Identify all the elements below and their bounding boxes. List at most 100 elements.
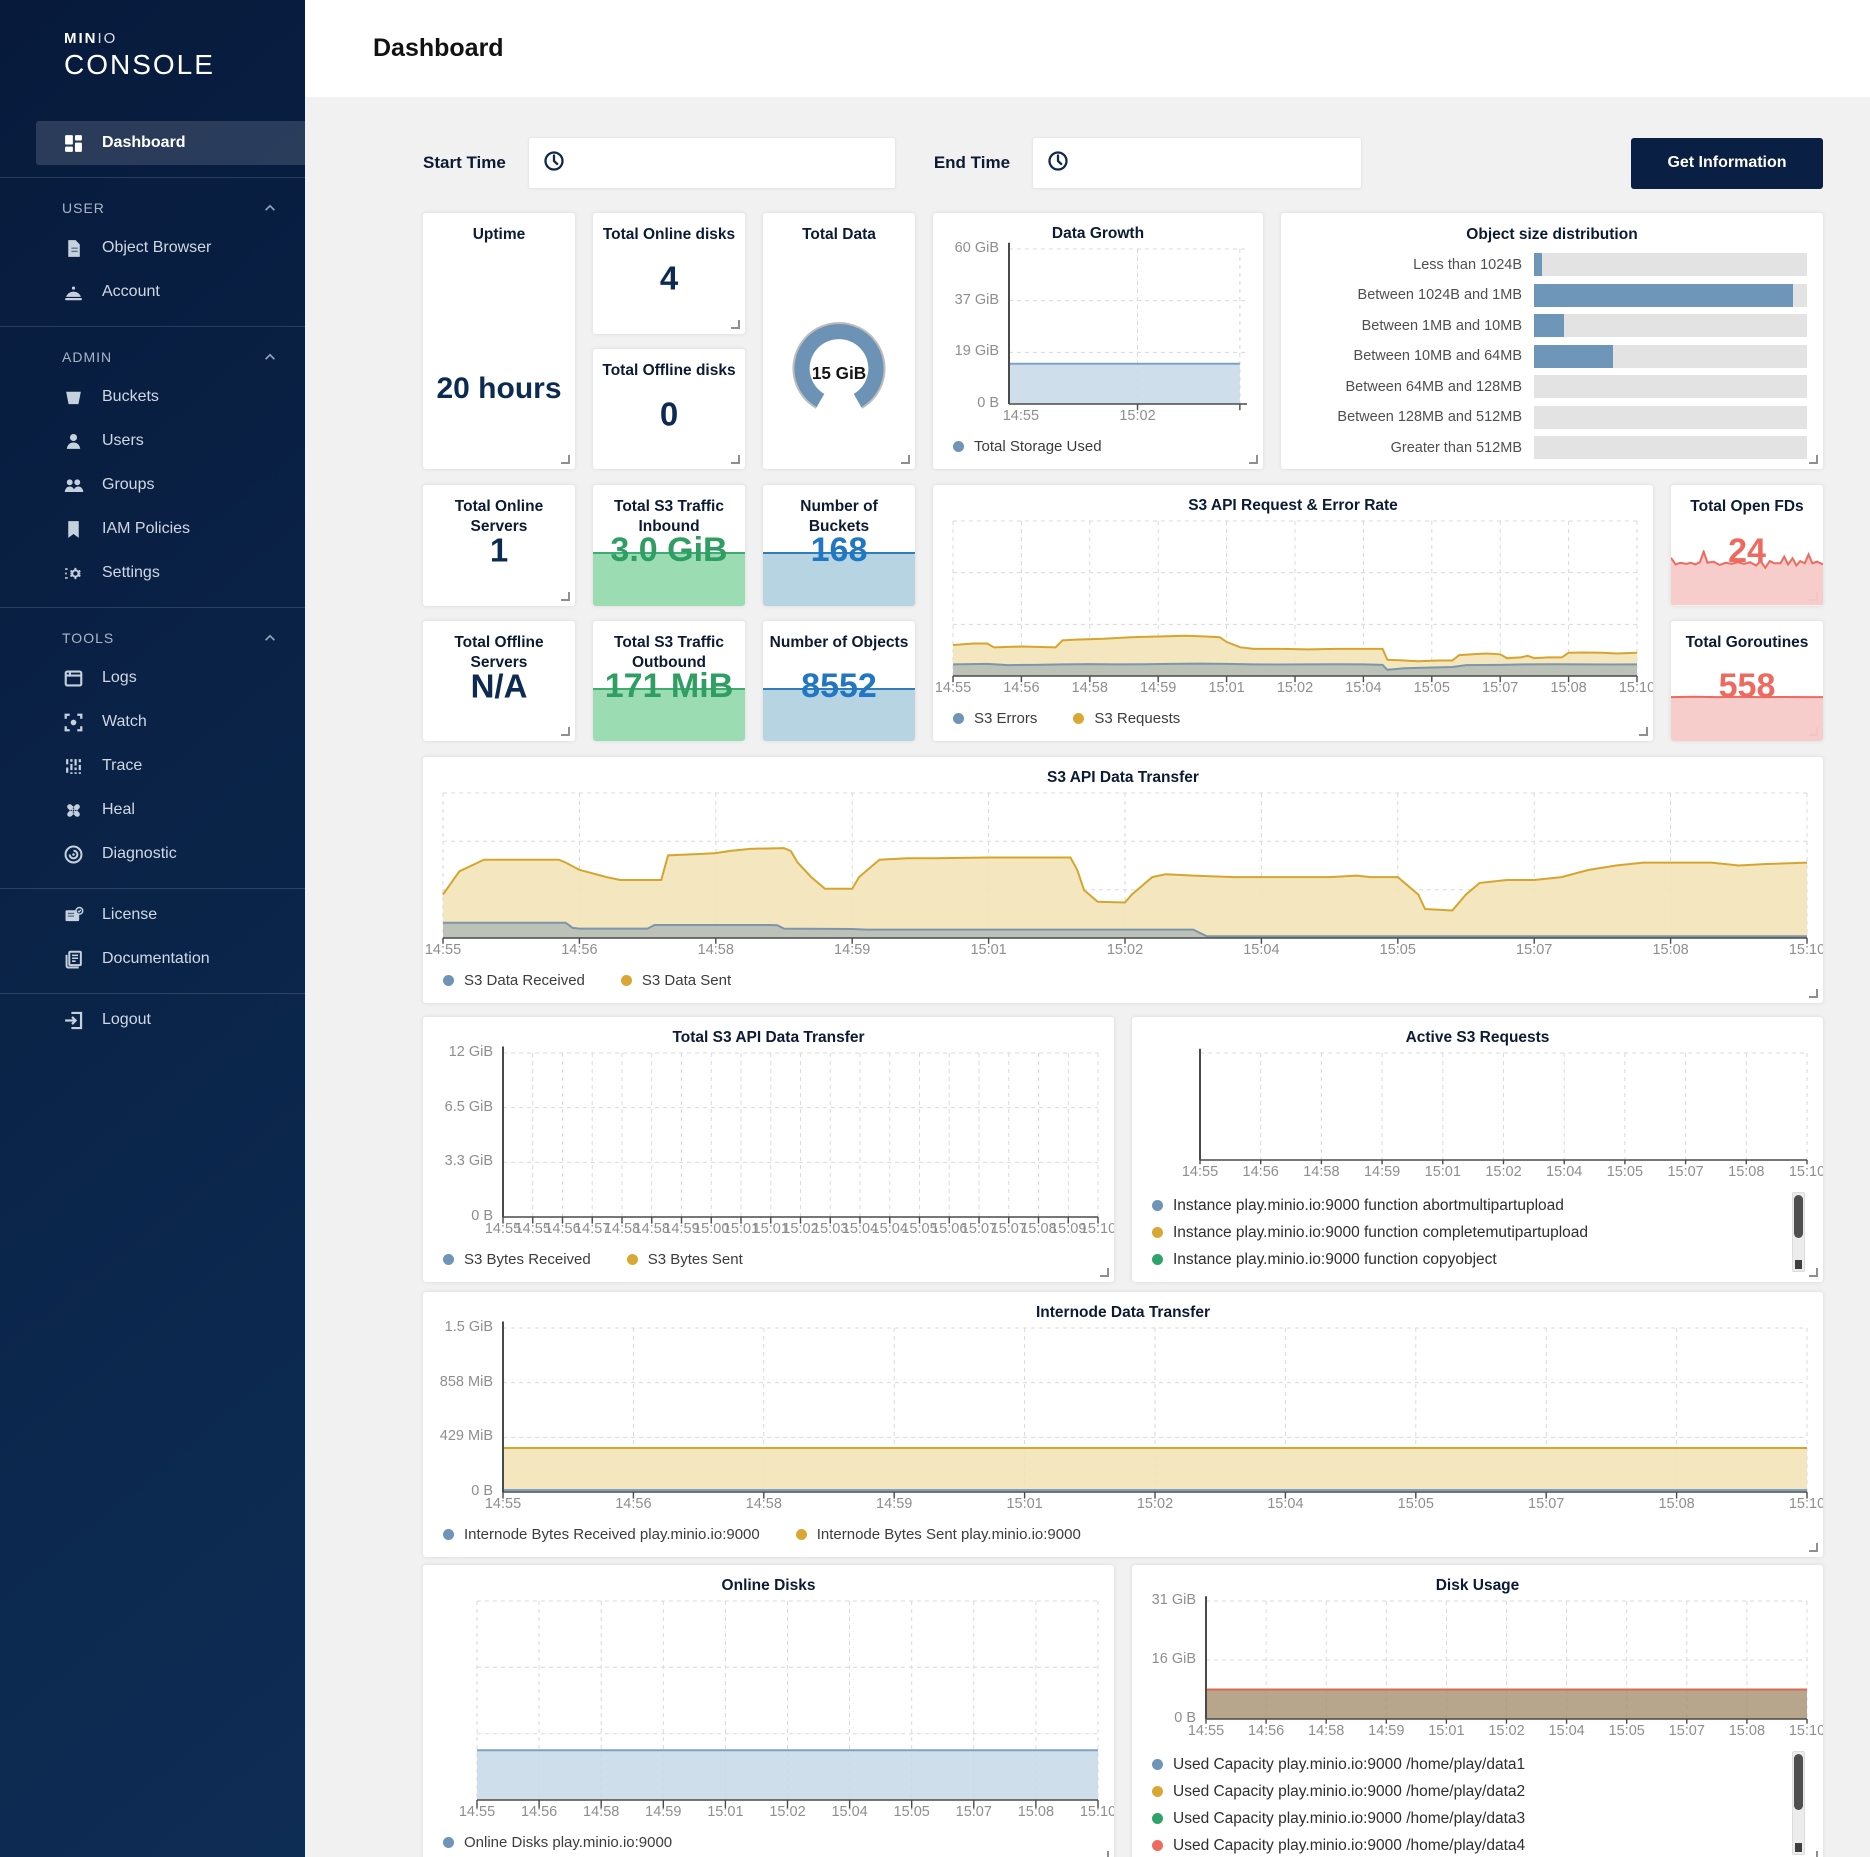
sidebar-item-users[interactable]: Users — [0, 419, 305, 463]
x-tick-label: 15:01 — [970, 942, 1006, 958]
resize-handle-icon[interactable] — [1809, 1851, 1818, 1857]
start-time-field[interactable] — [528, 137, 896, 189]
chart-legend-list: Used Capacity play.minio.io:9000 /home/p… — [1142, 1747, 1807, 1857]
legend-dot — [621, 975, 632, 986]
clock-icon[interactable] — [1047, 150, 1069, 177]
chart-canvas — [1200, 1053, 1807, 1160]
y-axis-labels: 1.5 GiB858 MiB429 MiB0 B — [433, 1328, 503, 1492]
start-time-input[interactable] — [577, 138, 883, 188]
resize-handle-icon[interactable] — [1249, 455, 1258, 464]
card-s3-traffic-outbound: Total S3 Traffic Outbound 171 MiB — [593, 621, 745, 742]
x-tick-label: 15:02 — [1137, 1496, 1173, 1512]
sidebar-item-settings[interactable]: Settings — [0, 551, 305, 595]
resize-handle-icon[interactable] — [901, 455, 910, 464]
sidebar-item-buckets[interactable]: Buckets — [0, 375, 305, 419]
sidebar-item-trace[interactable]: Trace — [0, 744, 305, 788]
legend-dot — [443, 1837, 454, 1848]
page-title: Dashboard — [373, 34, 504, 63]
resize-handle-icon[interactable] — [1100, 1268, 1109, 1277]
sidebar-item-iam-policies[interactable]: IAM Policies — [0, 507, 305, 551]
legend-scrollbar[interactable] — [1792, 1751, 1805, 1855]
resize-handle-icon[interactable] — [561, 592, 570, 601]
sidebar-item-object-browser[interactable]: Object Browser — [0, 226, 305, 270]
x-tick-label: 14:58 — [746, 1496, 782, 1512]
resize-handle-icon[interactable] — [1809, 455, 1818, 464]
settings-icon — [62, 562, 84, 584]
time-filter-bar: Start Time End Time Get Information — [423, 137, 1823, 189]
chevron-up-icon[interactable] — [263, 350, 277, 364]
card-total-online-disks: Total Online disks 4 — [593, 213, 745, 334]
documentation-icon — [62, 948, 84, 970]
sidebar-item-logout[interactable]: Logout — [0, 998, 305, 1042]
legend-item: Internode Bytes Received play.minio.io:9… — [443, 1526, 760, 1543]
sidebar-item-dashboard[interactable]: Dashboard — [36, 121, 305, 165]
resize-handle-icon[interactable] — [731, 320, 740, 329]
legend-label: S3 Data Sent — [642, 972, 731, 989]
sidebar-item-logs[interactable]: Logs — [0, 656, 305, 700]
chart-plot — [503, 1053, 1098, 1217]
sidebar-item-label: Object Browser — [102, 239, 211, 257]
sidebar-item-documentation[interactable]: Documentation — [0, 937, 305, 981]
resize-handle-icon[interactable] — [731, 455, 740, 464]
legend-item: S3 Requests — [1073, 710, 1180, 727]
legend-item: Instance play.minio.io:9000 function com… — [1152, 1219, 1789, 1246]
scrollbar-thumb[interactable] — [1794, 1754, 1803, 1810]
x-tick-label: 15:07 — [1667, 1164, 1703, 1180]
x-tick-label: 15:02 — [1485, 1164, 1521, 1180]
legend-dot — [627, 1254, 638, 1265]
chart-plot — [953, 521, 1637, 676]
sidebar-item-license[interactable]: License — [0, 893, 305, 937]
sidebar-item-watch[interactable]: Watch — [0, 700, 305, 744]
legend-dot — [953, 713, 964, 724]
logout-icon — [62, 1009, 84, 1031]
open-fds-value: 24 — [1671, 532, 1823, 571]
x-axis-labels: 14:5515:02 — [943, 408, 1247, 432]
x-tick-label: 14:59 — [1140, 680, 1176, 696]
legend-item: Used Capacity play.minio.io:9000 /home/p… — [1152, 1751, 1789, 1778]
goroutines-value: 558 — [1671, 667, 1823, 706]
distribution-bar-track — [1534, 345, 1807, 368]
sidebar-item-label: Trace — [102, 757, 142, 775]
x-tick-label: 14:58 — [1072, 680, 1108, 696]
sidebar-section-tools: TOOLS — [0, 612, 305, 656]
legend-scrollbar[interactable] — [1792, 1192, 1805, 1272]
chart-canvas — [477, 1601, 1098, 1800]
legend-item: Used Capacity play.minio.io:9000 /home/p… — [1152, 1832, 1789, 1857]
get-information-button[interactable]: Get Information — [1631, 138, 1823, 189]
sidebar-item-groups[interactable]: Groups — [0, 463, 305, 507]
resize-handle-icon[interactable] — [1639, 727, 1648, 736]
chart-title: Disk Usage — [1132, 1565, 1823, 1597]
resize-handle-icon[interactable] — [561, 455, 570, 464]
y-tick-label: 31 GiB — [1152, 1592, 1196, 1608]
uptime-value: 20 hours — [423, 372, 575, 406]
resize-handle-icon[interactable] — [1809, 1268, 1818, 1277]
sidebar-divider — [0, 326, 305, 327]
sidebar-item-diagnostic[interactable]: Diagnostic — [0, 832, 305, 876]
sidebar-item-label: Documentation — [102, 950, 210, 968]
card-title: Total Open FDs — [1671, 485, 1823, 517]
y-axis-labels — [433, 1601, 477, 1800]
sidebar-item-label: Dashboard — [102, 134, 186, 152]
end-time-input[interactable] — [1081, 138, 1349, 188]
legend-label: Internode Bytes Sent play.minio.io:9000 — [817, 1526, 1081, 1543]
sidebar-item-heal[interactable]: Heal — [0, 788, 305, 832]
chevron-up-icon[interactable] — [263, 201, 277, 215]
scrollbar-thumb[interactable] — [1794, 1195, 1803, 1238]
distribution-label: Between 10MB and 64MB — [1289, 348, 1534, 364]
card-title: Total S3 Traffic Outbound — [593, 621, 745, 673]
sidebar-divider — [0, 888, 305, 889]
resize-handle-icon[interactable] — [1100, 1851, 1109, 1857]
legend-dot — [796, 1529, 807, 1540]
distribution-row: Less than 1024B — [1289, 253, 1807, 276]
clock-icon[interactable] — [543, 150, 565, 177]
end-time-field[interactable] — [1032, 137, 1362, 189]
dashboard-icon — [62, 132, 84, 154]
x-tick-label: 15:07 — [1528, 1496, 1564, 1512]
resize-handle-icon[interactable] — [1809, 1543, 1818, 1552]
resize-handle-icon[interactable] — [1809, 989, 1818, 998]
chevron-up-icon[interactable] — [263, 631, 277, 645]
resize-handle-icon[interactable] — [561, 727, 570, 736]
gauge-value: 15 GiB — [812, 363, 866, 383]
x-tick-label: 15:10 — [1789, 1723, 1823, 1739]
sidebar-item-account[interactable]: Account — [0, 270, 305, 314]
